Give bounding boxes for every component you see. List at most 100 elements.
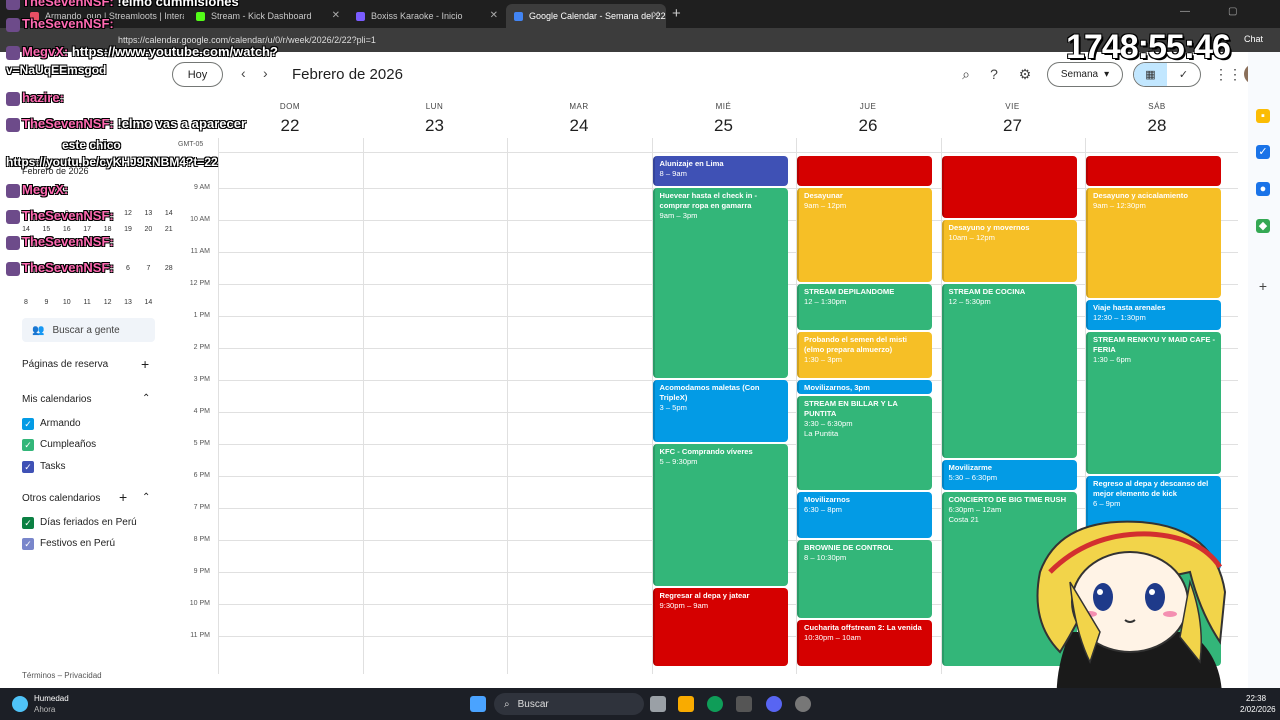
mini-calendar-day[interactable]: 28 [163, 265, 175, 272]
mini-calendar-day[interactable]: 8 [20, 299, 32, 306]
mini-calendar-day[interactable]: 20 [142, 226, 154, 233]
day-number[interactable]: 27 [941, 116, 1085, 136]
my-calendars-title[interactable]: Mis calendarios [22, 394, 91, 405]
new-tab-button[interactable]: + [672, 5, 681, 22]
apps-grid-icon[interactable]: ⋮⋮ [1214, 66, 1242, 83]
mini-calendar-day[interactable]: 14 [20, 226, 32, 233]
day-number[interactable]: 26 [796, 116, 940, 136]
mini-calendar-day[interactable]: 17 [81, 226, 93, 233]
calendar-event[interactable]: Desayunar 9am – 12pm [797, 188, 932, 283]
tab-boxiss[interactable]: Boxiss Karaoke - Inicio ✕ [348, 4, 504, 28]
add-addon-icon[interactable]: + [1256, 279, 1270, 293]
edge-icon[interactable] [707, 696, 723, 712]
calendar-event[interactable]: Movilizarnos 6:30 – 8pm [797, 492, 932, 539]
contacts-icon[interactable]: ● [1256, 182, 1270, 196]
day-header[interactable]: SÁB 28 [1085, 102, 1229, 136]
mini-calendar-day[interactable]: 12 [102, 299, 114, 306]
calendar-event[interactable] [797, 156, 932, 187]
chevron-up-icon[interactable]: ⌃ [142, 492, 150, 503]
minimize-icon[interactable]: — [1180, 6, 1190, 17]
today-button[interactable]: Hoy [172, 62, 223, 87]
day-divider [507, 138, 508, 674]
day-header[interactable]: LUN 23 [363, 102, 507, 136]
calendar-event[interactable]: Viaje hasta arenales 12:30 – 1:30pm [1086, 300, 1221, 331]
calendar-event[interactable]: Cucharita offstream 2: La venida 10:30pm … [797, 620, 932, 667]
close-icon[interactable]: ✕ [652, 10, 660, 21]
mini-calendar-day[interactable]: 12 [122, 210, 134, 217]
tasks-icon[interactable]: ✓ [1256, 145, 1270, 159]
calendar-event[interactable]: Movilizarnos, 3pm [797, 380, 932, 395]
calendar-event[interactable]: Acomodamos maletas (Con TripleX) 3 – 5pm [652, 380, 788, 443]
taskbar-search[interactable]: ⌕ Buscar [494, 693, 644, 715]
weather-icon[interactable] [12, 696, 28, 712]
checkbox-birthdays[interactable]: ✓ [22, 439, 34, 451]
mini-calendar-day[interactable]: 16 [61, 226, 73, 233]
calendar-event[interactable]: STREAM DEPILANDOME 12 – 1:30pm [797, 284, 932, 331]
mini-calendar-day[interactable]: 13 [122, 299, 134, 306]
close-icon[interactable]: ✕ [332, 10, 340, 21]
help-icon[interactable]: ? [985, 66, 1003, 82]
app-icon[interactable] [736, 696, 752, 712]
add-other-calendar-icon[interactable]: + [119, 489, 127, 505]
calendar-event[interactable] [941, 156, 1077, 219]
checkbox-tasks[interactable]: ✓ [22, 461, 34, 473]
calendar-event[interactable]: STREAM EN BILLAR Y LA PUNTITA 3:30 – 6:30… [797, 396, 932, 491]
search-people-input[interactable]: 👥 Buscar a gente [22, 318, 155, 342]
calendar-event[interactable]: STREAM RENKYU Y MAID CAFE - FERIA 1:30 – … [1086, 332, 1221, 475]
mini-calendar-day[interactable]: 15 [40, 226, 52, 233]
day-number[interactable]: 24 [507, 116, 651, 136]
other-calendars-title[interactable]: Otros calendarios [22, 493, 100, 504]
calendar-event[interactable]: Regresar al depa y jatear 9:30pm – 9am [652, 588, 788, 667]
mini-calendar-day[interactable]: 7 [142, 265, 154, 272]
day-header[interactable]: MAR 24 [507, 102, 651, 136]
mini-calendar-day[interactable]: 13 [142, 210, 154, 217]
calendar-event[interactable]: Probando el semen del misti (elmo prepar… [797, 332, 932, 379]
calendar-event[interactable] [1086, 156, 1221, 187]
search-icon[interactable]: ⌕ [957, 66, 975, 83]
mini-calendar-day[interactable]: 6 [122, 265, 134, 272]
maps-icon[interactable]: ◆ [1256, 219, 1270, 233]
checkbox-festivos-peru[interactable]: ✓ [22, 538, 34, 550]
day-header[interactable]: MIÉ 25 [652, 102, 796, 136]
mini-calendar-day[interactable]: 21 [163, 226, 175, 233]
mini-calendar-day[interactable]: 14 [142, 299, 154, 306]
day-number[interactable]: 28 [1085, 116, 1229, 136]
mini-calendar-day[interactable]: 9 [40, 299, 52, 306]
tab-google-calendar[interactable]: Google Calendar - Semana del 22 ✕ [506, 4, 666, 28]
add-booking-page-icon[interactable]: + [141, 356, 149, 372]
chevron-up-icon[interactable]: ⌃ [142, 393, 150, 404]
calendar-event[interactable]: Desayuno y movernos 10am – 12pm [941, 220, 1077, 283]
calendar-event[interactable]: STREAM DE COCINA 12 – 5:30pm [941, 284, 1077, 459]
day-header[interactable]: JUE 26 [796, 102, 940, 136]
close-icon[interactable]: ✕ [490, 10, 498, 21]
app-icon[interactable] [795, 696, 811, 712]
event-time: 6:30 – 8pm [804, 505, 842, 515]
checkbox-armando[interactable]: ✓ [22, 418, 34, 430]
windows-start-icon[interactable] [470, 696, 486, 712]
day-number[interactable]: 25 [652, 116, 796, 136]
maximize-icon[interactable]: ▢ [1228, 6, 1237, 17]
day-number[interactable]: 23 [363, 116, 507, 136]
task-view-icon[interactable] [650, 696, 666, 712]
calendar-event[interactable]: Alunizaje en Lima 8 – 9am [652, 156, 788, 187]
file-explorer-icon[interactable] [678, 696, 694, 712]
calendar-event[interactable]: Desayuno y acicalamiento 9am – 12:30pm [1086, 188, 1221, 299]
calendar-event[interactable]: BROWNIE DE CONTROL 8 – 10:30pm [797, 540, 932, 619]
mini-calendar-day[interactable]: 14 [163, 210, 175, 217]
footer-terms-privacy[interactable]: Términos – Privacidad [22, 671, 102, 680]
calendar-event[interactable]: Movilizarme 5:30 – 6:30pm [941, 460, 1077, 491]
settings-icon[interactable]: ⚙ [1016, 66, 1034, 83]
mini-calendar-day[interactable]: 18 [102, 226, 114, 233]
event-time: 12 – 5:30pm [948, 297, 991, 307]
mini-calendar-day[interactable]: 11 [81, 299, 93, 306]
calendar-event[interactable]: Huevear hasta el check in - comprar ropa… [652, 188, 788, 379]
discord-icon[interactable] [766, 696, 782, 712]
keep-icon[interactable]: ▪ [1256, 109, 1270, 123]
next-week-icon[interactable]: › [263, 65, 268, 81]
day-header[interactable]: VIE 27 [941, 102, 1085, 136]
prev-week-icon[interactable]: ‹ [241, 65, 246, 81]
mini-calendar-day[interactable]: 19 [122, 226, 134, 233]
mini-calendar-day[interactable]: 10 [61, 299, 73, 306]
calendar-event[interactable]: KFC - Comprando víveres 5 – 9:30pm [652, 444, 788, 587]
checkbox-holidays-peru[interactable]: ✓ [22, 517, 34, 529]
